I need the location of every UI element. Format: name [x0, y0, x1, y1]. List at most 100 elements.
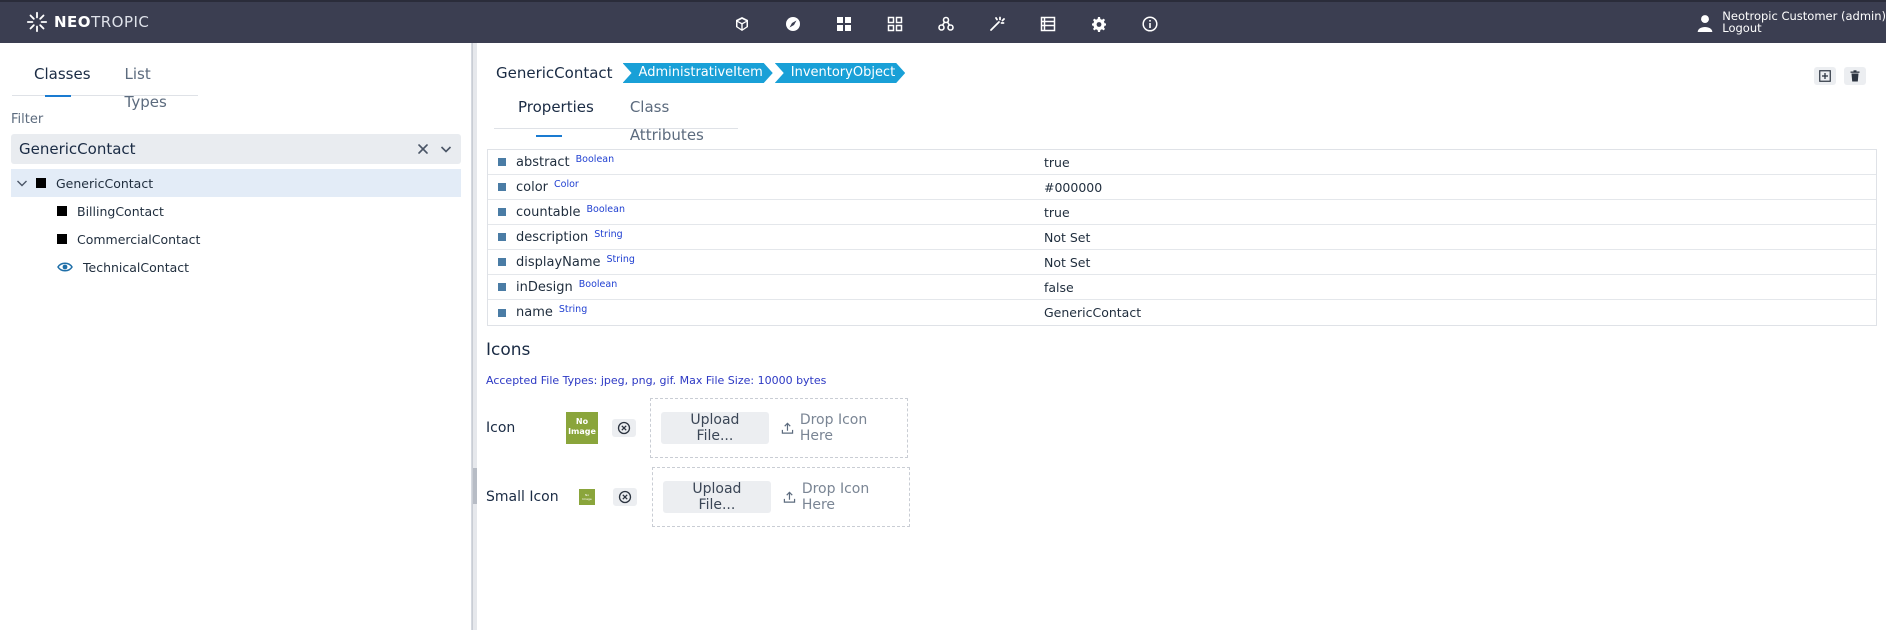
compass-icon[interactable] [767, 13, 818, 35]
icon-upload-row: Icon No Image Upload File... Drop Icon H… [486, 398, 908, 458]
cube-icon[interactable] [716, 13, 767, 35]
tree-item-billingcontact[interactable]: BillingContact [11, 197, 461, 225]
tree-item-label: TechnicalContact [83, 259, 190, 275]
upload-icon [783, 491, 796, 503]
filter-input[interactable] [11, 134, 391, 164]
clear-icon[interactable] [415, 141, 431, 157]
tab-classes[interactable]: Classes [12, 60, 103, 97]
property-bullet-icon [498, 208, 506, 216]
accepted-file-types: Accepted File Types: jpeg, png, gif. Max… [486, 374, 827, 387]
property-row[interactable]: description String Not Set [488, 225, 1876, 250]
property-bullet-icon [498, 258, 506, 266]
no-image-preview: No Image [566, 412, 598, 444]
tree-item-technicalcontact[interactable]: TechnicalContact [11, 253, 461, 281]
property-name: description [516, 229, 589, 245]
list-icon[interactable] [1022, 13, 1073, 35]
top-bar: NEO TROPIC Neotropic Customer (admin) Lo… [0, 0, 1886, 43]
main-navigation [716, 13, 1175, 35]
property-row[interactable]: abstract Boolean true [488, 150, 1876, 175]
property-name: countable [516, 204, 581, 220]
black-square-icon [57, 206, 67, 216]
magic-wand-icon[interactable] [971, 13, 1022, 35]
tab-class-attributes[interactable]: Class Attributes [606, 93, 738, 144]
add-subclass-button[interactable] [1814, 67, 1836, 85]
tab-list-types[interactable]: List Types [103, 60, 198, 111]
class-actions [1814, 67, 1866, 85]
property-type: Boolean [586, 203, 625, 215]
property-value[interactable]: true [1044, 155, 1070, 170]
breadcrumb-administrativeitem[interactable]: AdministrativeItem [623, 63, 773, 83]
tree-item-label: BillingContact [77, 203, 164, 219]
filter-label: Filter [11, 112, 44, 127]
icon-label: Icon [486, 420, 516, 436]
upload-file-button[interactable]: Upload File... [663, 481, 771, 513]
apps-grid-icon[interactable] [869, 13, 920, 35]
dashboard-icon[interactable] [818, 13, 869, 35]
property-bullet-icon [498, 183, 506, 191]
property-value[interactable]: Not Set [1044, 230, 1090, 245]
small-icon-dropzone[interactable]: Upload File... Drop Icon Here [652, 467, 910, 527]
class-name: GenericContact [496, 64, 613, 82]
property-name: inDesign [516, 279, 573, 295]
property-type: String [558, 304, 588, 315]
icon-dropzone[interactable]: Upload File... Drop Icon Here [650, 398, 908, 458]
black-square-icon [36, 178, 46, 188]
no-image-small-preview: No Image [579, 489, 595, 505]
property-row[interactable]: countable Boolean true [488, 200, 1876, 225]
property-row[interactable]: inDesign Boolean false [488, 275, 1876, 300]
property-name: name [516, 305, 553, 320]
brand-logo[interactable]: NEO TROPIC [26, 11, 149, 33]
info-icon[interactable] [1124, 13, 1175, 35]
no-image-text: Image [568, 427, 596, 436]
property-value[interactable]: false [1044, 280, 1074, 295]
property-name: color [516, 179, 549, 195]
eye-icon [57, 262, 73, 272]
property-bullet-icon [498, 283, 506, 291]
remove-small-icon-button[interactable] [613, 488, 637, 506]
property-row[interactable]: name String GenericContact [488, 300, 1876, 325]
no-image-text: No [575, 417, 589, 426]
tab-properties[interactable]: Properties [494, 93, 606, 137]
breadcrumb-inventoryobject[interactable]: InventoryObject [775, 63, 905, 83]
plus-square-icon [1819, 70, 1831, 82]
left-tabs: Classes List Types [12, 60, 198, 111]
properties-table: abstract Boolean true color Color #000000 co… [487, 149, 1877, 326]
property-value[interactable]: true [1044, 205, 1070, 220]
filter-combobox [11, 134, 461, 164]
property-type: Boolean [575, 153, 615, 165]
trash-icon [1850, 70, 1860, 82]
tree-item-label: CommercialContact [77, 231, 201, 247]
property-bullet-icon [498, 308, 506, 317]
property-value[interactable]: GenericContact [1044, 305, 1141, 320]
logout-link[interactable]: Logout [1722, 22, 1886, 34]
property-row[interactable]: color Color #000000 [488, 175, 1876, 200]
close-circle-icon [617, 421, 631, 435]
property-value[interactable]: Not Set [1044, 255, 1090, 270]
class-detail-panel: GenericContact AdministrativeItem Invent… [477, 43, 1886, 630]
hierarchy-icon[interactable] [920, 13, 971, 35]
chevron-down-icon[interactable] [438, 141, 454, 157]
tree-item-genericcontact[interactable]: GenericContact [11, 169, 461, 197]
class-header: GenericContact AdministrativeItem Invent… [496, 63, 907, 83]
remove-icon-button[interactable] [612, 419, 636, 437]
gear-icon[interactable] [1073, 13, 1124, 35]
property-type: String [606, 253, 635, 265]
icons-section-title: Icons [486, 340, 531, 360]
property-name: abstract [516, 154, 570, 170]
small-icon-label: Small Icon [486, 489, 559, 505]
tree-item-label: GenericContact [56, 175, 154, 191]
detail-tabs: Properties Class Attributes [494, 93, 738, 144]
property-value[interactable]: #000000 [1044, 180, 1102, 195]
delete-class-button[interactable] [1844, 67, 1866, 85]
property-name: displayName [516, 254, 601, 270]
upload-file-button[interactable]: Upload File... [661, 412, 769, 444]
user-icon [1697, 15, 1713, 32]
chevron-down-icon[interactable] [14, 175, 30, 191]
property-type: Boolean [578, 278, 618, 290]
classes-panel: Classes List Types Filter GenericContact… [0, 43, 472, 630]
property-row[interactable]: displayName String Not Set [488, 250, 1876, 275]
brand-name-light: TROPIC [91, 13, 150, 31]
user-menu: Neotropic Customer (admin) Logout [1696, 10, 1886, 34]
black-square-icon [57, 234, 67, 244]
tree-item-commercialcontact[interactable]: CommercialContact [11, 225, 461, 253]
